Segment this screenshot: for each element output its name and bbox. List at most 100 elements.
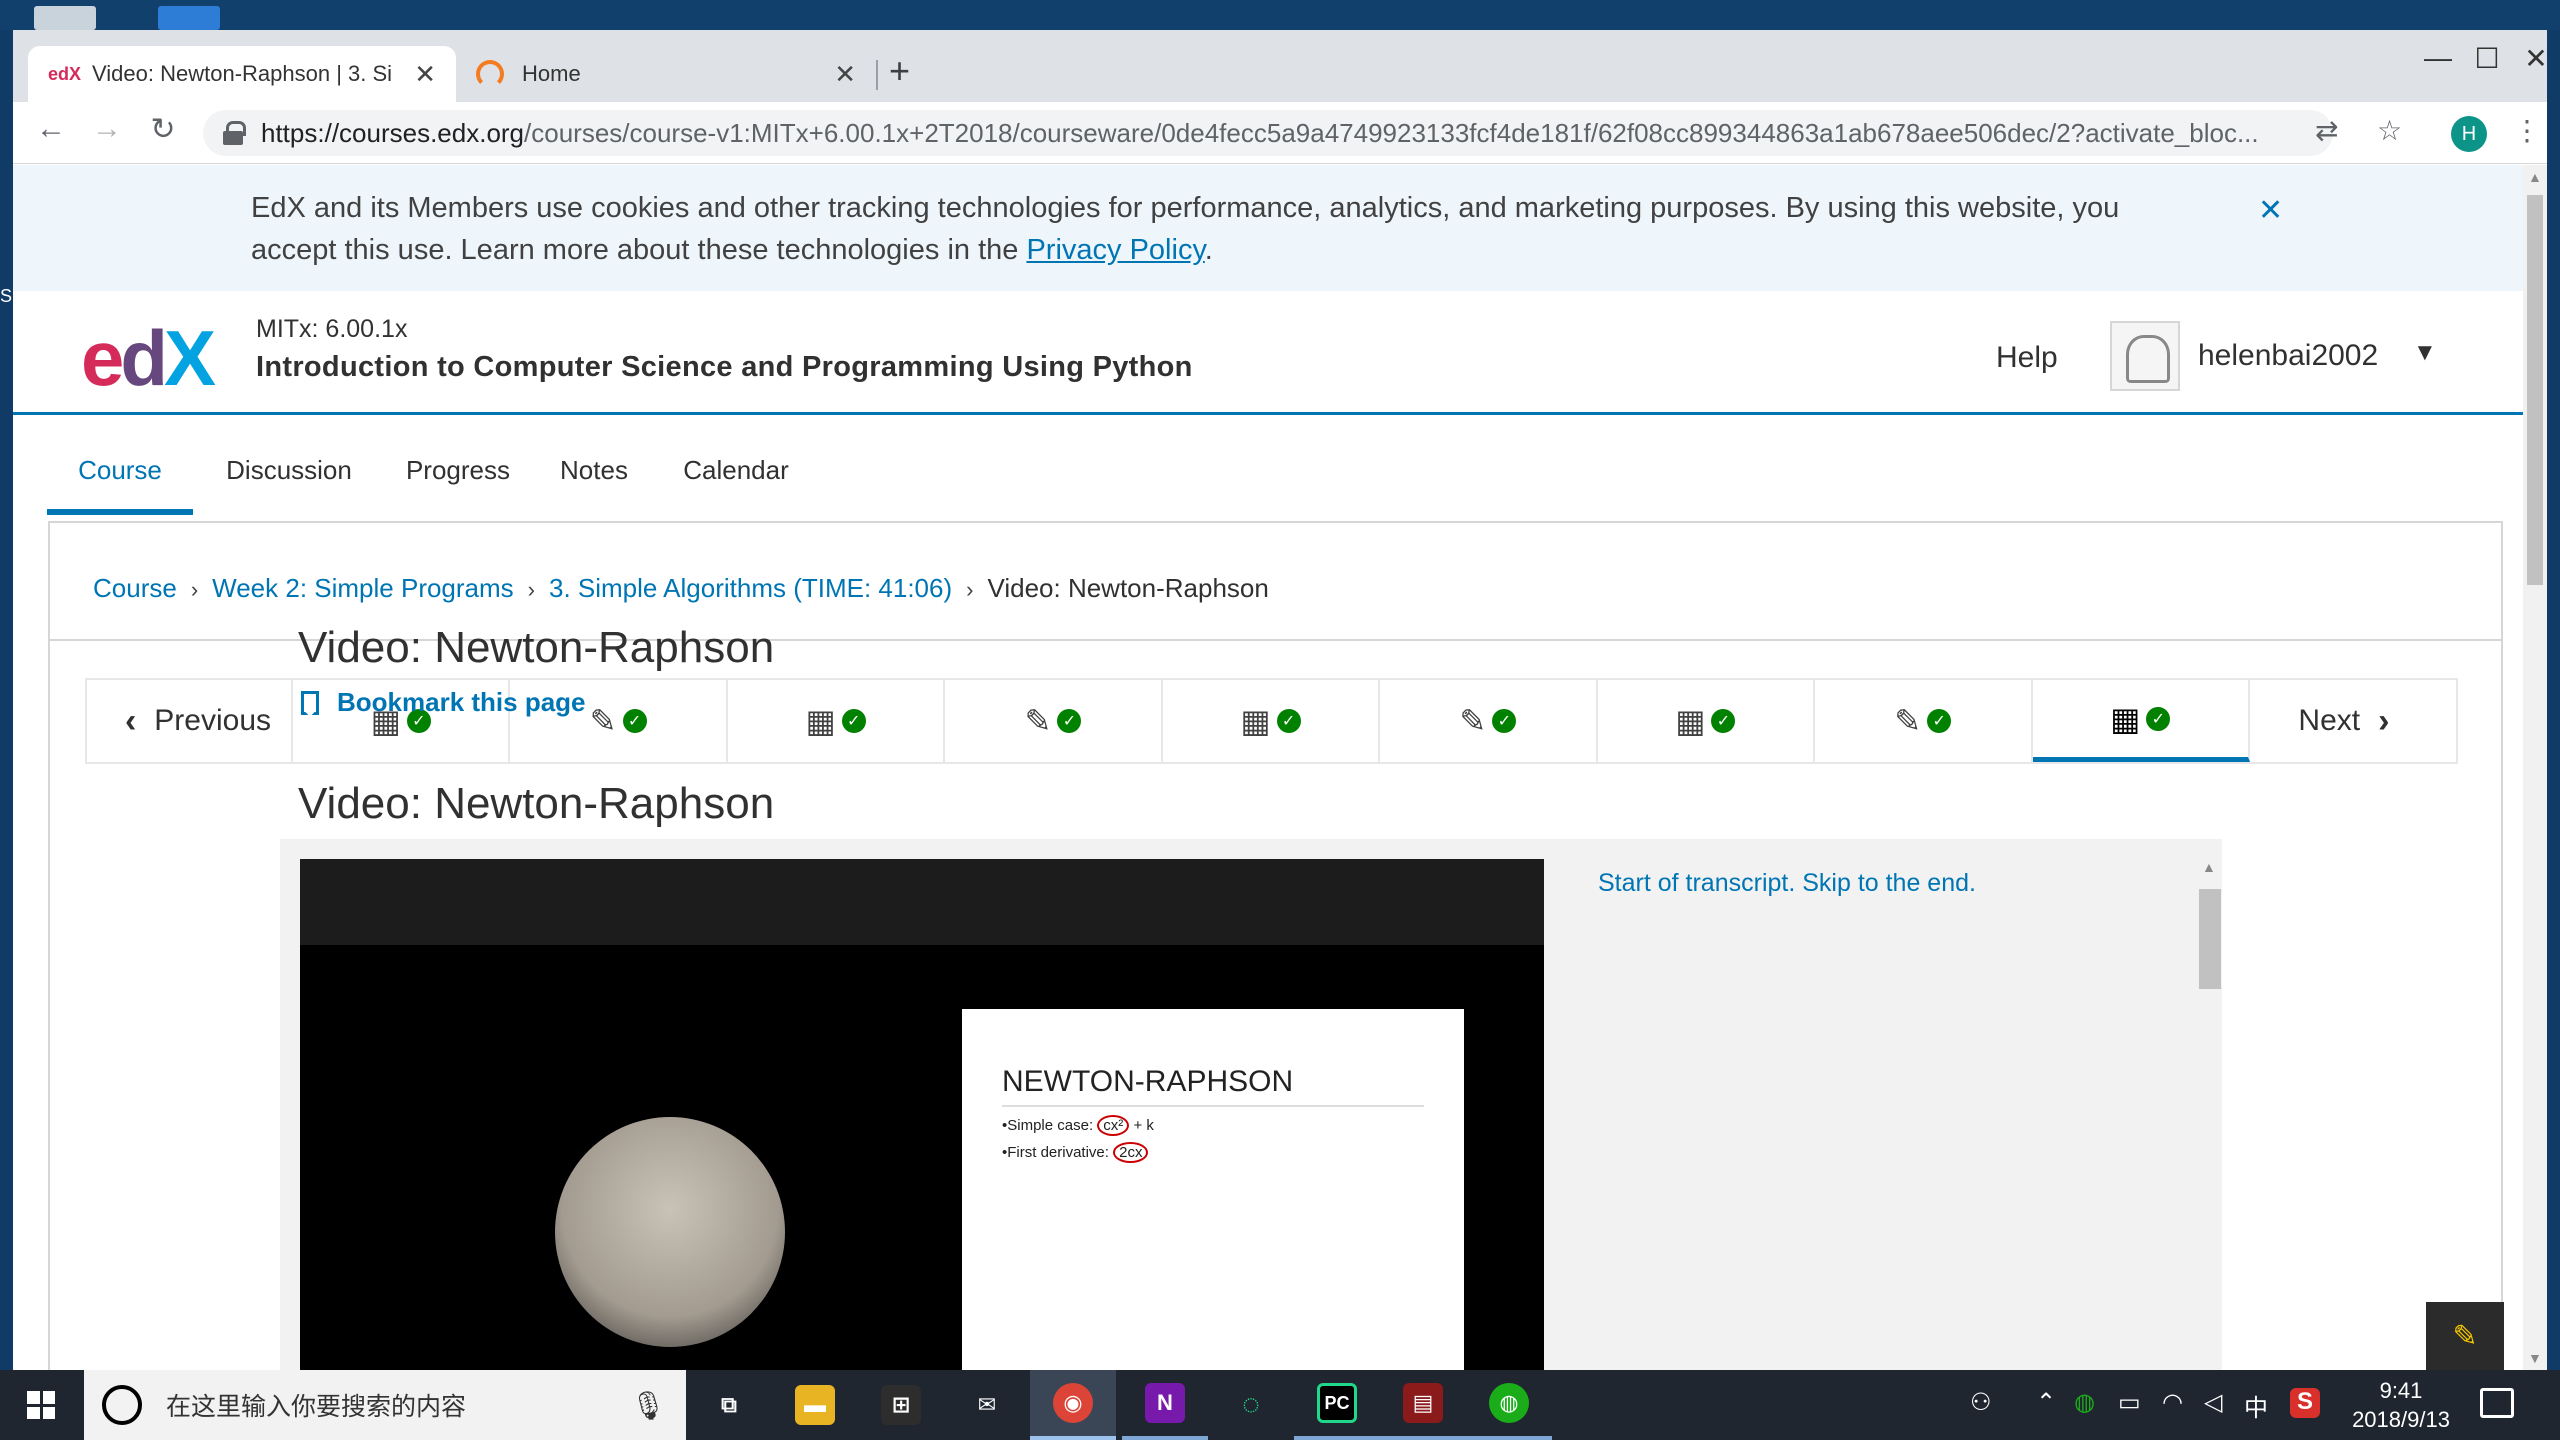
edx-logo[interactable]: edX <box>81 319 216 397</box>
chevron-left-icon: ‹ <box>124 701 137 740</box>
task-view-icon[interactable]: ⧉ <box>686 1370 772 1440</box>
video-player[interactable]: NEWTON-RAPHSON •Simple case: cx² + k •Fi… <box>300 859 1544 1370</box>
check-icon: ✓ <box>1492 709 1517 733</box>
scroll-thumb[interactable] <box>2199 889 2221 989</box>
sequence-item-problem[interactable]: ✎ ✓ <box>1815 680 2033 762</box>
tab-calendar[interactable]: Calendar <box>671 415 801 515</box>
bookmark-icon <box>301 690 319 715</box>
breadcrumb-subsection[interactable]: 3. Simple Algorithms (TIME: 41:06) <box>549 573 952 603</box>
scroll-down-icon[interactable]: ▼ <box>2528 1350 2542 1366</box>
breadcrumb-chevron-icon: › <box>527 577 535 602</box>
next-button[interactable]: Next › <box>2249 680 2456 762</box>
tab-home[interactable]: Home ✕ <box>456 46 876 102</box>
user-menu-caret-icon[interactable]: ▼ <box>2413 339 2437 367</box>
cookie-close-icon[interactable]: ✕ <box>2258 193 2283 228</box>
forward-arrow-icon[interactable]: → <box>85 112 129 146</box>
sequence-item-video[interactable]: ▦ ✓ <box>1598 680 1816 762</box>
bookmark-button[interactable]: Bookmark this page <box>301 687 586 718</box>
taskbar-clock[interactable]: 9:41 2018/9/13 <box>2336 1376 2466 1434</box>
user-avatar[interactable] <box>2110 321 2180 391</box>
scroll-up-icon[interactable]: ▲ <box>2202 859 2216 875</box>
url-path: /courses/course-v1:MITx+6.00.1x+2T2018/c… <box>524 117 2259 148</box>
film-icon: ▦ <box>1240 703 1271 739</box>
tab-course[interactable]: Course <box>47 415 193 515</box>
browser-window: edX Video: Newton-Raphson | 3. Si ✕ Home… <box>13 30 2547 1370</box>
slide-text: + k <box>1129 1117 1154 1134</box>
desktop-icon[interactable] <box>158 6 220 30</box>
translate-icon[interactable]: ⇄ <box>2315 114 2338 147</box>
ime-indicator[interactable]: 中 <box>2244 1388 2268 1423</box>
transcript-scrollbar[interactable]: ▲ <box>2197 859 2221 1370</box>
bookmark-star-icon[interactable]: ☆ <box>2377 114 2402 147</box>
winrar-icon[interactable]: ▤ <box>1380 1370 1466 1440</box>
transcript-skip-link[interactable]: Start of transcript. Skip to the end. <box>1598 869 1976 898</box>
breadcrumb-chevron-icon: › <box>966 577 974 602</box>
reload-icon[interactable]: ↻ <box>141 112 185 147</box>
slide-bullet: •Simple case: cx² + k <box>1002 1115 1424 1136</box>
tab-close-icon[interactable]: ✕ <box>834 59 856 90</box>
sogou-ime-icon[interactable]: S <box>2290 1388 2320 1418</box>
url-host: https://courses.edx.org <box>261 117 525 148</box>
taskbar-search[interactable]: 在这里输入你要搜索的内容 🎙 <box>84 1370 686 1440</box>
scroll-up-icon[interactable]: ▲ <box>2528 169 2542 185</box>
wifi-icon[interactable]: ◠ <box>2162 1388 2183 1417</box>
people-icon[interactable]: ⚇ <box>1970 1388 1992 1417</box>
address-bar[interactable]: https://courses.edx.org/courses/course-v… <box>203 110 2333 156</box>
lock-icon[interactable] <box>223 121 246 145</box>
store-icon[interactable]: ⊞ <box>858 1370 944 1440</box>
tab-notes[interactable]: Notes <box>549 415 639 515</box>
wechat-icon[interactable]: ◍ <box>1466 1370 1552 1440</box>
film-icon: ▦ <box>1675 703 1706 739</box>
desktop-icon[interactable] <box>34 6 96 30</box>
previous-button[interactable]: ‹ Previous <box>87 680 293 762</box>
next-label: Next <box>2298 704 2361 737</box>
search-placeholder: 在这里输入你要搜索的内容 <box>166 1393 467 1421</box>
mail-icon[interactable]: ✉ <box>944 1370 1030 1440</box>
progress-icon[interactable]: ◌ <box>1208 1370 1294 1440</box>
unit-title: Video: Newton-Raphson <box>298 623 775 672</box>
page-viewport: EdX and its Members use cookies and othe… <box>13 165 2523 1370</box>
logo-letter: X <box>164 314 216 402</box>
sequence-item-video-active[interactable]: ▦ ✓ <box>2032 680 2250 762</box>
wechat-tray-icon[interactable]: ◍ <box>2074 1388 2095 1417</box>
file-explorer-icon[interactable]: ▬ <box>772 1370 858 1440</box>
logo-letter: d <box>120 314 168 402</box>
tab-progress[interactable]: Progress <box>393 415 523 515</box>
close-window-button[interactable]: ✕ <box>2506 42 2547 75</box>
browser-toolbar: ← → ↻ https://courses.edx.org/courses/co… <box>13 102 2547 164</box>
sequence-item-problem[interactable]: ✎ ✓ <box>945 680 1163 762</box>
cookie-text: EdX and its Members use cookies and othe… <box>251 187 2211 271</box>
page-scrollbar[interactable]: ▲ ▼ <box>2523 165 2547 1370</box>
check-icon: ✓ <box>622 709 647 733</box>
tab-close-icon[interactable]: ✕ <box>414 59 436 90</box>
check-icon: ✓ <box>1057 709 1082 733</box>
help-link[interactable]: Help <box>1996 341 2058 375</box>
scroll-thumb[interactable] <box>2527 195 2543 585</box>
new-tab-button[interactable]: + <box>889 50 910 92</box>
back-arrow-icon[interactable]: ← <box>29 112 73 146</box>
tab-edx-video[interactable]: edX Video: Newton-Raphson | 3. Si ✕ <box>28 46 456 102</box>
breadcrumb-course[interactable]: Course <box>93 573 177 603</box>
sequence-item-problem[interactable]: ✎ ✓ <box>1380 680 1598 762</box>
tab-discussion[interactable]: Discussion <box>209 415 369 515</box>
notification-center-icon[interactable] <box>2480 1388 2514 1418</box>
check-icon: ✓ <box>841 709 866 733</box>
start-button[interactable] <box>0 1370 82 1440</box>
privacy-policy-link[interactable]: Privacy Policy <box>1026 234 1204 266</box>
onenote-icon[interactable]: N <box>1122 1370 1208 1440</box>
sequence-item-video[interactable]: ▦ ✓ <box>1163 680 1381 762</box>
pencil-icon[interactable]: ✎ <box>2426 1302 2504 1370</box>
sequence-item-video[interactable]: ▦ ✓ <box>728 680 946 762</box>
power-icon[interactable]: ▭ <box>2118 1388 2141 1417</box>
breadcrumb-week[interactable]: Week 2: Simple Programs <box>212 573 514 603</box>
pycharm-icon[interactable]: PC <box>1294 1370 1380 1440</box>
username[interactable]: helenbai2002 <box>2198 339 2378 373</box>
slide-circled-term: cx² <box>1097 1115 1130 1136</box>
microphone-icon[interactable]: 🎙 <box>630 1389 666 1422</box>
chrome-icon[interactable]: ◉ <box>1030 1370 1116 1440</box>
profile-avatar[interactable]: H <box>2451 116 2487 152</box>
menu-kebab-icon[interactable]: ⋮ <box>2513 114 2541 147</box>
check-icon: ✓ <box>1276 709 1301 733</box>
volume-icon[interactable]: ◁ <box>2204 1388 2222 1417</box>
tray-chevron-up-icon[interactable]: ⌃ <box>2036 1388 2056 1417</box>
